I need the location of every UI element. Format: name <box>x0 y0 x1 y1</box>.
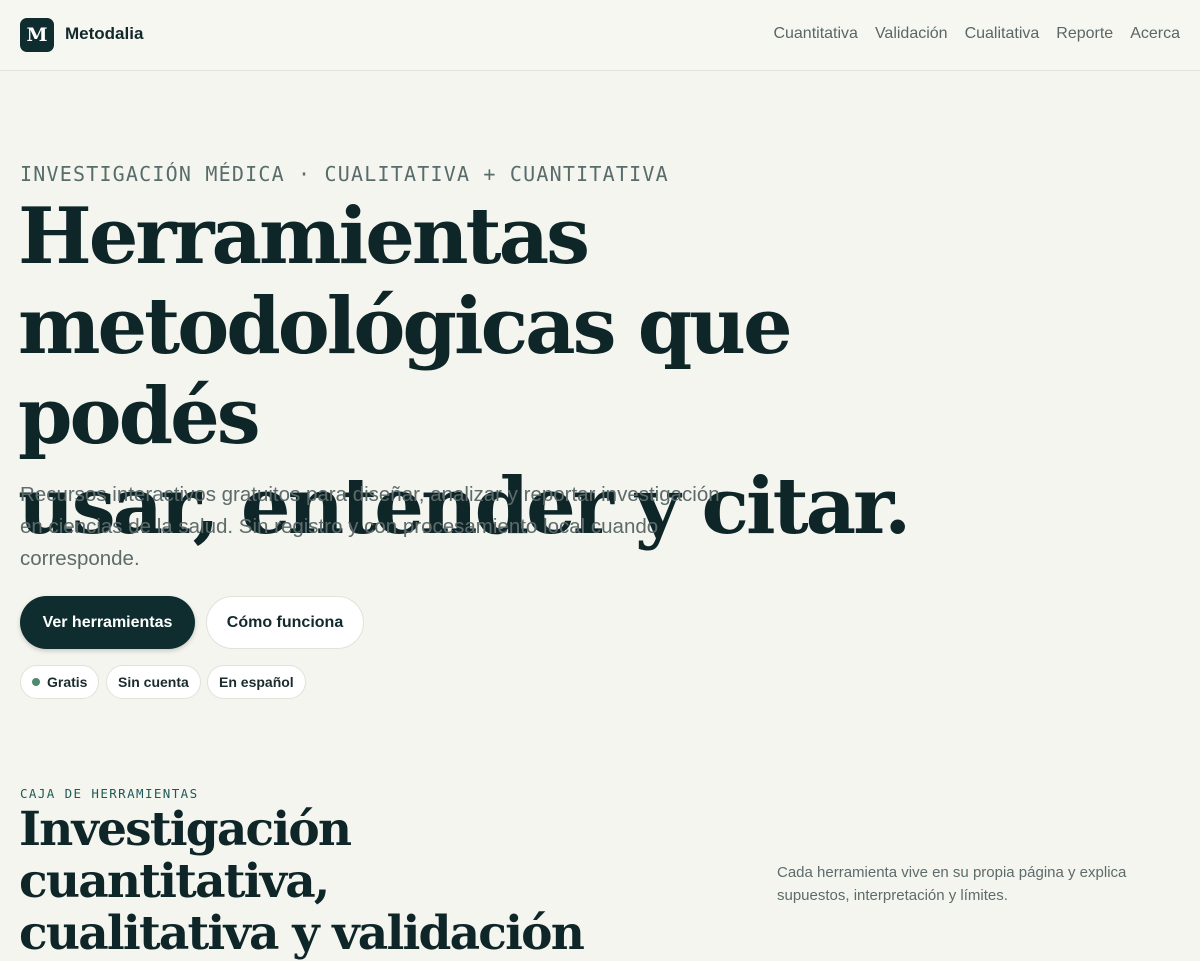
pill-no-account-label: Sin cuenta <box>118 674 189 690</box>
pill-spanish-label: En español <box>219 674 294 690</box>
toolbox-note: Cada herramienta vive en su propia págin… <box>777 864 1127 904</box>
pill-spanish: En español <box>207 665 306 699</box>
how-it-works-button[interactable]: Cómo funciona <box>206 596 364 649</box>
view-tools-button[interactable]: Ver herramientas <box>20 596 195 649</box>
pill-free-label: Gratis <box>47 674 88 690</box>
pill-free: Gratis <box>20 665 100 699</box>
main-nav: Cuantitativa Validación Cualitativa Repo… <box>773 24 1180 44</box>
toolbox-title-line-1: Investigación cuantitativa, <box>19 802 352 909</box>
hero-title-line-1: Herramientas <box>18 191 590 282</box>
hero-eyebrow: INVESTIGACIÓN MÉDICA · CUALITATIVA + CUA… <box>20 162 669 186</box>
hero-title-line-2: metodológicas que podés <box>18 281 793 462</box>
toolbox-eyebrow: CAJA DE HERRAMIENTAS <box>20 786 199 801</box>
status-dot-icon <box>32 678 40 686</box>
site-header: M Metodalia Cuantitativa Validación Cual… <box>0 0 1200 71</box>
pill-no-account: Sin cuenta <box>106 665 201 699</box>
nav-link-validacion[interactable]: Validación <box>875 24 948 44</box>
nav-link-cuantitativa[interactable]: Cuantitativa <box>773 24 858 44</box>
logo-mark[interactable]: M <box>20 18 54 52</box>
brand-name[interactable]: Metodalia <box>65 24 143 44</box>
toolbox-title: Investigación cuantitativa, cualitativa … <box>19 804 659 960</box>
toolbox-title-line-2: cualitativa y validación <box>19 906 585 961</box>
nav-link-cualitativa[interactable]: Cualitativa <box>965 24 1040 44</box>
nav-link-reporte[interactable]: Reporte <box>1056 24 1113 44</box>
nav-link-acerca[interactable]: Acerca <box>1130 24 1180 44</box>
hero-subtitle: Recursos interactivos gratuitos para dis… <box>20 483 720 570</box>
